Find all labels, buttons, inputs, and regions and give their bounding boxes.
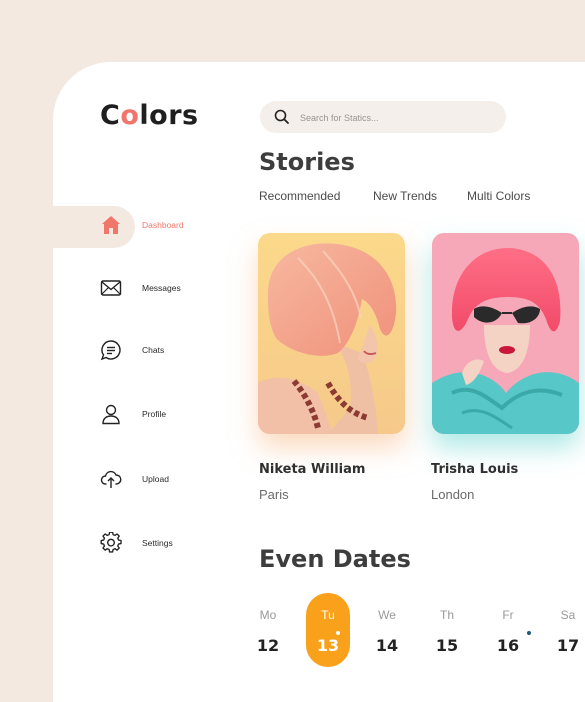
story-city: Paris [259,487,289,502]
day-thursday[interactable]: Th 15 [425,602,469,655]
day-date: 14 [375,636,399,655]
sidebar-item-label: Profile [142,409,167,419]
home-icon [102,216,120,234]
envelope-icon [100,280,122,296]
sidebar-item-label: Settings [142,538,173,548]
sidebar-item-label: Messages [142,283,181,293]
story-card-niketa[interactable] [258,233,405,434]
story-name: Niketa William [259,462,366,477]
story-city: London [431,487,475,502]
day-name: Tu [321,608,335,622]
story-card-trisha[interactable] [432,233,579,434]
cloud-upload-icon [100,470,122,488]
event-dot [336,631,340,635]
user-icon [102,404,120,425]
search-input[interactable] [298,108,492,128]
search-icon [274,109,289,124]
day-name: Th [439,608,454,622]
sidebar-item-dashboard[interactable]: Dashboard [100,214,230,238]
sidebar-item-settings[interactable]: Settings [100,532,230,556]
tab-recommended[interactable]: Recommended [259,189,340,203]
day-date: 16 [496,636,520,655]
event-dot [527,631,531,635]
day-date: 13 [316,636,340,655]
tab-multi-colors[interactable]: Multi Colors [467,189,530,203]
story-photo [258,233,405,434]
stories-title: Stories [259,148,355,176]
day-date: 12 [256,636,280,655]
day-name: Fr [502,608,514,622]
day-date: 17 [556,636,580,655]
chat-bubble-icon [100,340,121,361]
sidebar-item-label: Dashboard [142,220,184,230]
story-photo [432,233,579,434]
sidebar-item-upload[interactable]: Upload [100,468,230,492]
day-name: Sa [560,608,576,622]
sidebar-item-messages[interactable]: Messages [100,277,230,301]
even-dates-title: Even Dates [259,545,411,573]
day-date: 15 [435,636,459,655]
day-name: We [378,608,396,622]
sidebar-item-label: Chats [142,345,165,355]
sidebar-item-profile[interactable]: Profile [100,403,230,427]
sidebar-item-label: Upload [142,474,169,484]
gear-icon [100,532,122,553]
sidebar-item-chats[interactable]: Chats [100,339,230,363]
tab-new-trends[interactable]: New Trends [373,189,437,203]
story-name: Trisha Louis [431,462,519,477]
day-friday[interactable]: Fr 16 [486,602,531,655]
day-saturday[interactable]: Sa 17 [546,602,585,655]
search-bar[interactable] [260,101,506,133]
day-name: Mo [259,608,277,622]
day-tuesday-selected[interactable]: Tu 13 [306,593,350,667]
day-monday[interactable]: Mo 12 [246,602,290,655]
app-logo: Colors [100,100,199,131]
day-wednesday[interactable]: We 14 [365,602,409,655]
